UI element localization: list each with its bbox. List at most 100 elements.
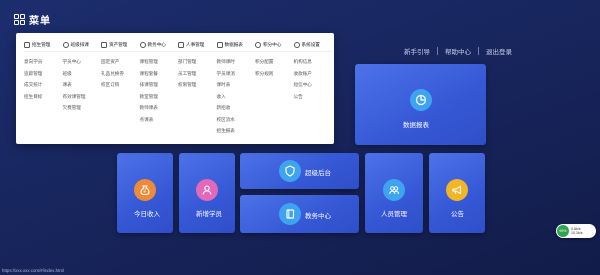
menu-item[interactable]: 点课表: [140, 114, 179, 126]
menu-item[interactable]: 收入: [217, 91, 256, 103]
menu-button[interactable]: 菜单: [14, 12, 51, 27]
shield-icon: [279, 160, 301, 182]
menu-item[interactable]: 课时表: [217, 79, 256, 91]
settings-icon: [293, 42, 300, 48]
menu-item[interactable]: 校区流水: [217, 114, 256, 126]
menu-item[interactable]: 课程套餐: [140, 68, 179, 80]
menu-column-title: 资产管理: [109, 42, 128, 47]
tile-data-report[interactable]: 数据报表: [355, 64, 486, 145]
star-icon: [255, 42, 261, 48]
menu-item[interactable]: 教师课时: [217, 56, 256, 68]
menu-column: 系统设置机构信息 收款账户 短信中心 公告: [293, 39, 333, 137]
menu-item[interactable]: 排课管理: [140, 79, 179, 91]
menu-item[interactable]: 学员中心: [63, 56, 102, 68]
chart-icon: [216, 42, 223, 48]
menu-column: 招生管理意向学员 追踪管理 成交统计 招生目标: [24, 39, 63, 137]
menu-column: 资产管理固定资产 礼品兑换券 校区订购: [101, 39, 140, 137]
tile-label: 超级后台: [305, 170, 331, 177]
menu-item[interactable]: 校区订购: [101, 79, 140, 91]
menu-column-header[interactable]: 班级排课: [62, 39, 101, 52]
menu-item[interactable]: 招生目标: [24, 91, 63, 103]
student-icon: [196, 179, 218, 201]
menu-item[interactable]: 课程管理: [140, 56, 179, 68]
menu-item[interactable]: 成交统计: [24, 79, 63, 91]
menu-item[interactable]: 欠费管理: [63, 102, 102, 114]
tile-edu-center[interactable]: 教务中心: [240, 195, 359, 233]
book-icon: [279, 203, 301, 225]
menu-item[interactable]: 公告: [294, 91, 333, 103]
menu-item[interactable]: 积分配置: [255, 56, 294, 68]
menu-column-title: 招生管理: [32, 42, 51, 47]
tile-super-backend[interactable]: 超级后台: [240, 153, 359, 189]
menu-item[interactable]: 收款账户: [294, 68, 333, 80]
money-icon: [101, 42, 107, 48]
menu-item[interactable]: 礼品兑换券: [101, 68, 140, 80]
menu-item[interactable]: 机构信息: [294, 56, 333, 68]
download-speed: 10.3k/s: [571, 231, 583, 235]
menu-item[interactable]: 班级: [63, 68, 102, 80]
menu-item[interactable]: 课表: [63, 79, 102, 91]
menu-column-header[interactable]: 数据报表: [216, 39, 255, 52]
menu-column-title: 积分中心: [263, 42, 282, 47]
divider: [437, 47, 438, 55]
money-bag-icon: ¥: [134, 179, 156, 201]
menu-item[interactable]: 部门管理: [178, 56, 217, 68]
menu-item[interactable]: 积分规则: [255, 68, 294, 80]
logout-link[interactable]: 退出登录: [486, 46, 512, 56]
menu-column-title: 教务中心: [147, 42, 166, 47]
menu-item[interactable]: 追踪管理: [24, 68, 63, 80]
menu-column-header[interactable]: 招生管理: [24, 39, 63, 52]
status-bar-url: https://xxx.xxx.com/#/index.html: [2, 268, 64, 273]
menu-column-title: 系统设置: [301, 42, 320, 47]
menu-column-header[interactable]: 系统设置: [293, 39, 332, 52]
menu-column-title: 人事管理: [186, 42, 205, 47]
speed-text: 0.6k/s 10.3k/s: [571, 227, 583, 235]
tile-label: 新增学员: [196, 211, 222, 218]
menu-column-header[interactable]: 人事管理: [178, 39, 217, 52]
menu-column: 教务中心课程管理 课程套餐 排课管理 教室管理 教师课表 点课表: [139, 39, 179, 137]
menu-item[interactable]: 短信中心: [294, 79, 333, 91]
speed-badge: 99%: [557, 225, 569, 237]
menu-item[interactable]: 教室管理: [140, 91, 179, 103]
tile-label: 今日收入: [134, 211, 160, 218]
menu-item[interactable]: 新招收: [217, 102, 256, 114]
menu-column-title: 班级排课: [70, 42, 89, 47]
help-link[interactable]: 帮助中心: [445, 46, 471, 56]
menu-label: 菜单: [29, 16, 51, 27]
pie-chart-icon: [410, 89, 432, 111]
clock-icon: [62, 42, 69, 48]
menu-dropdown: 招生管理 意向学员 追踪管理 成交统计 招生目标 班级排课 学员中心 班级 课表 有效课管理 欠费管…: [16, 33, 334, 144]
tile-today-income[interactable]: ¥ 今日收入: [117, 153, 173, 233]
menu-column: 数据报表教师课时 学员课消 课时表 收入 新招收 校区流水 招生报表: [216, 39, 256, 137]
menu-item[interactable]: 学员课消: [217, 68, 256, 80]
menu-item[interactable]: 员工管理: [178, 68, 217, 80]
menu-column-header[interactable]: 教务中心: [139, 39, 178, 52]
megaphone-icon: [446, 179, 468, 201]
guide-link[interactable]: 新手引导: [404, 46, 430, 56]
menu-item[interactable]: 固定资产: [101, 56, 140, 68]
person-icon: [178, 42, 184, 48]
grid-icon: [14, 14, 25, 25]
menu-column: 积分中心积分配置 积分规则: [255, 39, 294, 137]
menu-item[interactable]: 权限管理: [178, 79, 217, 91]
menu-column-header[interactable]: 资产管理: [101, 39, 140, 52]
top-links: 新手引导 帮助中心 退出登录: [404, 46, 512, 56]
tile-label: 教务中心: [305, 213, 331, 220]
tile-personnel[interactable]: 人员管理: [365, 153, 423, 233]
menu-column: 班级排课学员中心 班级 课表 有效课管理 欠费管理: [62, 39, 102, 137]
tile-announcement[interactable]: 公告: [429, 153, 485, 233]
menu-column-header[interactable]: 积分中心: [255, 39, 294, 52]
menu-item[interactable]: 教师课表: [140, 102, 179, 114]
svg-text:¥: ¥: [143, 189, 146, 194]
people-icon: [383, 179, 405, 201]
calendar-icon: [24, 42, 30, 48]
network-speed-widget[interactable]: 99% 0.6k/s 10.3k/s: [556, 224, 596, 238]
menu-column-title: 数据报表: [224, 42, 243, 47]
menu-item[interactable]: 招生报表: [217, 125, 256, 137]
tile-label: 公告: [451, 211, 464, 218]
menu-item[interactable]: 有效课管理: [63, 91, 102, 103]
tile-label: 数据报表: [403, 122, 429, 129]
tile-new-student[interactable]: 新增学员: [179, 153, 235, 233]
menu-item[interactable]: 意向学员: [24, 56, 63, 68]
tile-label: 人员管理: [381, 211, 407, 218]
